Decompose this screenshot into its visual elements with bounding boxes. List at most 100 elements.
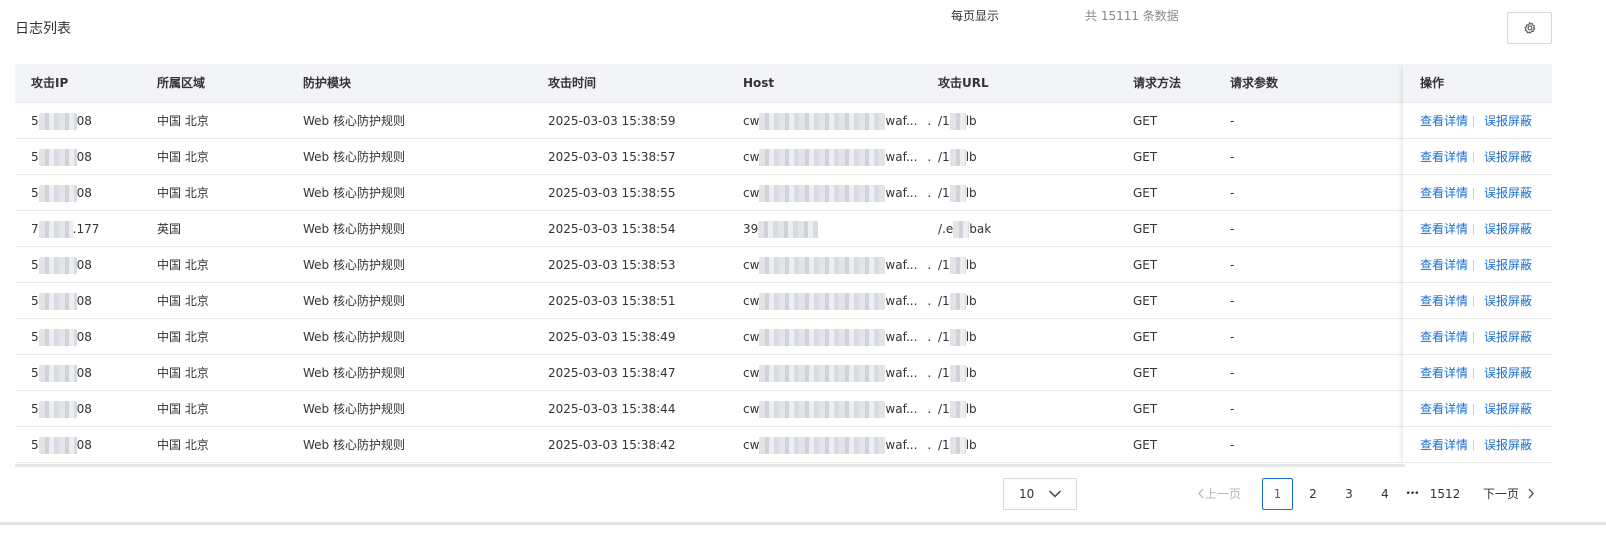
link-separator <box>1473 116 1474 127</box>
header-module[interactable]: 防护模块 <box>303 64 351 103</box>
host-prefix: cw <box>743 402 760 416</box>
per-page-label: 每页显示 <box>951 9 1000 23</box>
total-count: 共 15111 条数据 <box>1085 9 1179 23</box>
view-detail-link[interactable]: 查看详情 <box>1420 211 1468 247</box>
view-detail-link[interactable]: 查看详情 <box>1420 139 1468 175</box>
false-positive-block-link[interactable]: 误报屏蔽 <box>1484 283 1532 319</box>
cell-attack-url: /1 lb <box>938 319 1128 355</box>
cell-params: - <box>1230 402 1235 416</box>
ip-prefix: 5 <box>31 258 39 272</box>
operations-cell: 查看详情 误报屏蔽 <box>1403 139 1552 175</box>
host-prefix: cw <box>743 114 760 128</box>
header-attack-time[interactable]: 攻击时间 <box>548 64 596 103</box>
cell-host: cw waf.... <box>743 283 935 319</box>
link-separator <box>1473 260 1474 271</box>
host-prefix: cw <box>743 150 760 164</box>
redaction-mask <box>949 149 966 166</box>
host-prefix: 39 <box>743 222 759 236</box>
header-region[interactable]: 所属区域 <box>157 64 205 103</box>
redaction-mask <box>949 365 966 382</box>
cell-params: - <box>1230 330 1235 344</box>
false-positive-block-link[interactable]: 误报屏蔽 <box>1484 427 1532 463</box>
next-page-button[interactable]: 下一页 <box>1483 478 1541 510</box>
host-prefix: cw <box>743 366 760 380</box>
view-detail-link[interactable]: 查看详情 <box>1420 283 1468 319</box>
host-tail: . <box>927 330 932 344</box>
table-header: 攻击IP 所属区域 防护模块 攻击时间 Host 攻击URL 请求方法 请求参数 <box>15 64 1552 103</box>
cell-attack-time: 2025-03-03 15:38:42 <box>548 438 676 452</box>
table-row: 5 08 中国 北京 Web 核心防护规则 2025-03-03 15:38:44 cw w… <box>15 391 1552 427</box>
page-3-button[interactable]: 3 <box>1336 478 1362 510</box>
redaction-mask <box>949 329 966 346</box>
page-2-button[interactable]: 2 <box>1300 478 1326 510</box>
view-detail-link[interactable]: 查看详情 <box>1420 103 1468 139</box>
operations-column: 操作 查看详情 误报屏蔽 查看详情 误报屏蔽 查看详情 误报屏蔽 查看详情 误报屏蔽 查看详情误… <box>1403 64 1552 464</box>
cell-attack-ip: 5 08 <box>31 103 151 139</box>
url-suffix: bak <box>969 222 992 236</box>
cell-module: Web 核心防护规则 <box>303 150 405 164</box>
host-suffix: waf... <box>885 294 918 308</box>
bottom-divider <box>0 522 1606 525</box>
ip-prefix: 7 <box>31 222 39 236</box>
cell-method: GET <box>1133 438 1158 452</box>
view-detail-link[interactable]: 查看详情 <box>1420 355 1468 391</box>
cell-params: - <box>1230 114 1235 128</box>
header-attack-url[interactable]: 攻击URL <box>938 64 989 103</box>
cell-attack-ip: 5 08 <box>31 319 151 355</box>
false-positive-block-link[interactable]: 误报屏蔽 <box>1484 355 1532 391</box>
view-detail-link[interactable]: 查看详情 <box>1420 319 1468 355</box>
view-detail-link[interactable]: 查看详情 <box>1420 391 1468 427</box>
host-prefix: cw <box>743 438 760 452</box>
redaction-mask <box>38 437 77 454</box>
cell-region: 中国 北京 <box>157 186 209 200</box>
view-detail-link[interactable]: 查看详情 <box>1420 427 1468 463</box>
header-method[interactable]: 请求方法 <box>1133 64 1181 103</box>
false-positive-block-link[interactable]: 误报屏蔽 <box>1484 103 1532 139</box>
view-detail-link[interactable]: 查看详情 <box>1420 175 1468 211</box>
header-attack-ip[interactable]: 攻击IP <box>31 64 68 103</box>
ip-prefix: 5 <box>31 438 39 452</box>
url-suffix: lb <box>965 294 977 308</box>
false-positive-block-link[interactable]: 误报屏蔽 <box>1484 139 1532 175</box>
host-suffix: waf... <box>885 150 918 164</box>
table-row: 5 08 中国 北京 Web 核心防护规则 2025-03-03 15:38:55 cw w… <box>15 175 1552 211</box>
cell-attack-time: 2025-03-03 15:38:59 <box>548 114 676 128</box>
false-positive-block-link[interactable]: 误报屏蔽 <box>1484 319 1532 355</box>
header-params[interactable]: 请求参数 <box>1230 64 1278 103</box>
host-tail: . <box>927 258 932 272</box>
false-positive-block-link[interactable]: 误报屏蔽 <box>1484 175 1532 211</box>
cell-attack-ip: 5 08 <box>31 355 151 391</box>
prev-page-button[interactable]: 上一页 <box>1197 478 1249 510</box>
false-positive-block-link[interactable]: 误报屏蔽 <box>1484 211 1532 247</box>
url-prefix: /.e <box>938 222 954 236</box>
url-prefix: /1 <box>938 258 950 272</box>
header-operations: 操作 <box>1403 64 1552 103</box>
redaction-mask <box>953 221 970 238</box>
page-4-button[interactable]: 4 <box>1372 478 1398 510</box>
operations-cell: 查看详情 误报屏蔽 <box>1403 247 1552 283</box>
horizontal-scrollbar[interactable] <box>15 464 1405 467</box>
header-host[interactable]: Host <box>743 64 774 103</box>
view-detail-link[interactable]: 查看详情 <box>1420 247 1468 283</box>
cell-attack-time: 2025-03-03 15:38:55 <box>548 186 676 200</box>
cell-params: - <box>1230 366 1235 380</box>
host-tail: . <box>927 294 932 308</box>
false-positive-block-link[interactable]: 误报屏蔽 <box>1484 391 1532 427</box>
false-positive-block-link[interactable]: 误报屏蔽 <box>1484 247 1532 283</box>
ip-suffix: 08 <box>76 186 92 200</box>
page-1-button[interactable]: 1 <box>1262 478 1293 510</box>
redaction-mask <box>38 149 77 166</box>
url-suffix: lb <box>965 114 977 128</box>
last-page-button[interactable]: 1512 <box>1427 478 1463 510</box>
cell-attack-url: /1 lb <box>938 139 1128 175</box>
settings-button[interactable] <box>1507 12 1552 44</box>
url-prefix: /1 <box>938 150 950 164</box>
cell-module: Web 核心防护规则 <box>303 330 405 344</box>
operations-cell: 查看详情 误报屏蔽 <box>1403 355 1552 391</box>
per-page-select[interactable]: 10 <box>1003 478 1077 510</box>
url-suffix: lb <box>965 150 977 164</box>
redaction-mask <box>758 221 819 238</box>
table-row: 5 08 中国 北京 Web 核心防护规则 2025-03-03 15:38:42 cw w… <box>15 427 1552 463</box>
pagination-ellipsis[interactable]: ••• <box>1401 478 1423 510</box>
next-page-label: 下一页 <box>1483 487 1520 501</box>
